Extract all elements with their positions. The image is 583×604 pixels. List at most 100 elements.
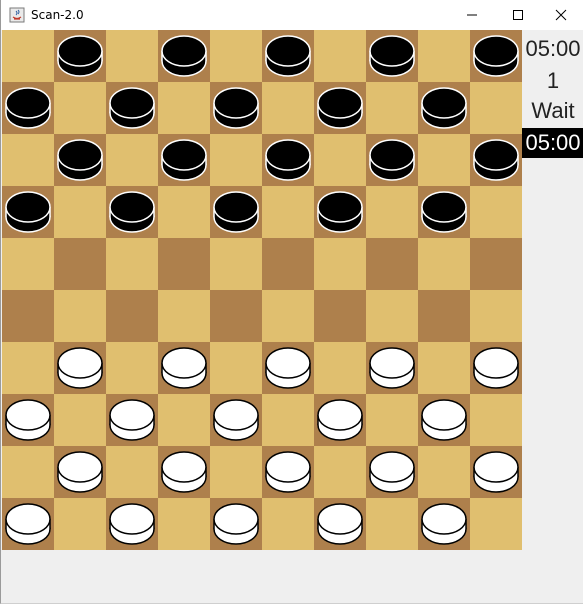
dark-square[interactable] — [262, 238, 314, 290]
light-square[interactable] — [314, 238, 366, 290]
light-square[interactable] — [210, 446, 262, 498]
white-piece[interactable] — [161, 451, 207, 493]
white-piece[interactable] — [317, 399, 363, 441]
light-square[interactable] — [106, 238, 158, 290]
white-piece[interactable] — [57, 347, 103, 389]
light-square[interactable] — [106, 446, 158, 498]
dark-square[interactable] — [210, 290, 262, 342]
black-piece[interactable] — [265, 139, 311, 181]
light-square[interactable] — [54, 82, 106, 134]
light-square[interactable] — [366, 186, 418, 238]
light-square[interactable] — [314, 446, 366, 498]
light-square[interactable] — [54, 290, 106, 342]
light-square[interactable] — [210, 238, 262, 290]
black-piece[interactable] — [369, 139, 415, 181]
black-piece[interactable] — [213, 87, 259, 129]
light-square[interactable] — [106, 134, 158, 186]
black-piece[interactable] — [213, 191, 259, 233]
black-piece[interactable] — [421, 87, 467, 129]
light-square[interactable] — [210, 134, 262, 186]
light-square[interactable] — [314, 342, 366, 394]
close-button[interactable] — [538, 0, 583, 30]
light-square[interactable] — [470, 290, 522, 342]
white-piece[interactable] — [421, 503, 467, 545]
black-piece[interactable] — [109, 191, 155, 233]
light-square[interactable] — [418, 342, 470, 394]
white-piece[interactable] — [265, 347, 311, 389]
light-square[interactable] — [158, 498, 210, 550]
white-piece[interactable] — [213, 503, 259, 545]
black-piece[interactable] — [317, 87, 363, 129]
light-square[interactable] — [262, 498, 314, 550]
black-piece[interactable] — [5, 191, 51, 233]
maximize-button[interactable] — [495, 0, 541, 30]
white-piece[interactable] — [57, 451, 103, 493]
black-piece[interactable] — [57, 139, 103, 181]
light-square[interactable] — [2, 342, 54, 394]
light-square[interactable] — [418, 238, 470, 290]
black-piece[interactable] — [369, 35, 415, 77]
light-square[interactable] — [2, 238, 54, 290]
light-square[interactable] — [158, 290, 210, 342]
light-square[interactable] — [470, 394, 522, 446]
light-square[interactable] — [54, 394, 106, 446]
dark-square[interactable] — [54, 238, 106, 290]
light-square[interactable] — [366, 498, 418, 550]
light-square[interactable] — [158, 394, 210, 446]
light-square[interactable] — [2, 30, 54, 82]
light-square[interactable] — [314, 134, 366, 186]
light-square[interactable] — [366, 82, 418, 134]
dark-square[interactable] — [106, 290, 158, 342]
dark-square[interactable] — [418, 290, 470, 342]
light-square[interactable] — [210, 342, 262, 394]
white-piece[interactable] — [161, 347, 207, 389]
light-square[interactable] — [106, 342, 158, 394]
light-square[interactable] — [262, 290, 314, 342]
light-square[interactable] — [418, 446, 470, 498]
light-square[interactable] — [158, 186, 210, 238]
black-piece[interactable] — [473, 139, 519, 181]
white-piece[interactable] — [265, 451, 311, 493]
dark-square[interactable] — [314, 290, 366, 342]
white-piece[interactable] — [421, 399, 467, 441]
black-piece[interactable] — [317, 191, 363, 233]
white-piece[interactable] — [109, 503, 155, 545]
white-piece[interactable] — [473, 451, 519, 493]
light-square[interactable] — [470, 82, 522, 134]
dark-square[interactable] — [470, 238, 522, 290]
white-piece[interactable] — [5, 399, 51, 441]
dark-square[interactable] — [158, 238, 210, 290]
light-square[interactable] — [262, 394, 314, 446]
minimize-button[interactable] — [449, 0, 495, 30]
black-piece[interactable] — [161, 35, 207, 77]
white-piece[interactable] — [473, 347, 519, 389]
checkers-board[interactable] — [2, 30, 522, 550]
dark-square[interactable] — [366, 238, 418, 290]
white-piece[interactable] — [317, 503, 363, 545]
black-piece[interactable] — [5, 87, 51, 129]
black-piece[interactable] — [473, 35, 519, 77]
light-square[interactable] — [262, 82, 314, 134]
black-piece[interactable] — [421, 191, 467, 233]
black-piece[interactable] — [265, 35, 311, 77]
light-square[interactable] — [262, 186, 314, 238]
light-square[interactable] — [54, 186, 106, 238]
dark-square[interactable] — [2, 290, 54, 342]
light-square[interactable] — [366, 290, 418, 342]
light-square[interactable] — [470, 186, 522, 238]
white-piece[interactable] — [109, 399, 155, 441]
light-square[interactable] — [106, 30, 158, 82]
black-piece[interactable] — [161, 139, 207, 181]
white-piece[interactable] — [213, 399, 259, 441]
light-square[interactable] — [366, 394, 418, 446]
white-piece[interactable] — [5, 503, 51, 545]
white-piece[interactable] — [369, 451, 415, 493]
white-piece[interactable] — [369, 347, 415, 389]
light-square[interactable] — [2, 134, 54, 186]
light-square[interactable] — [158, 82, 210, 134]
light-square[interactable] — [418, 134, 470, 186]
title-bar[interactable]: Scan-2.0 — [1, 0, 583, 30]
black-piece[interactable] — [109, 87, 155, 129]
light-square[interactable] — [54, 498, 106, 550]
light-square[interactable] — [314, 30, 366, 82]
